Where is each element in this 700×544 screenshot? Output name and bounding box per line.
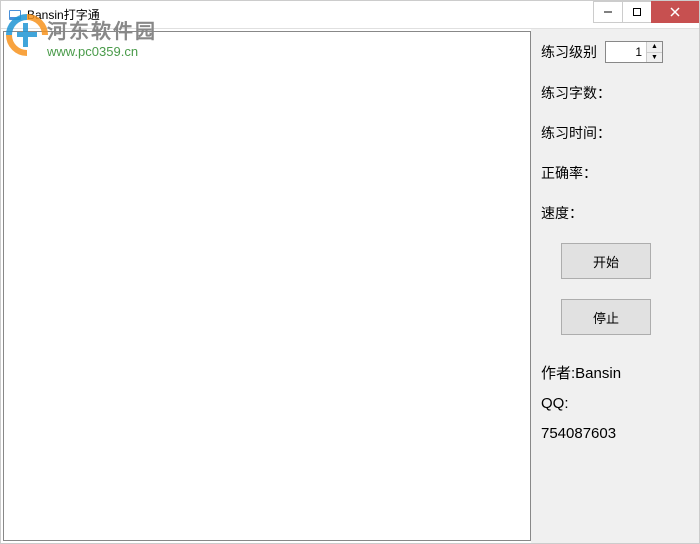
speed-label: 速度： xyxy=(541,203,689,223)
level-input[interactable] xyxy=(606,42,646,62)
level-up-button[interactable]: ▲ xyxy=(647,42,662,53)
accuracy-label: 正确率： xyxy=(541,163,689,183)
author-info: 作者:Bansin QQ: 754087603 xyxy=(541,359,689,449)
typing-area[interactable] xyxy=(3,31,531,541)
start-button[interactable]: 开始 xyxy=(561,243,651,279)
watermark-title: 河东软件园 xyxy=(47,15,157,44)
time-label: 练习时间： xyxy=(541,123,689,143)
level-row: 练习级别 ▲ ▼ xyxy=(541,41,689,63)
level-down-button[interactable]: ▼ xyxy=(647,53,662,63)
close-button[interactable] xyxy=(651,1,699,23)
side-panel: 练习级别 ▲ ▼ 练习字数： 练习时间： 正确率： 速度： 开始 停止 作者:B… xyxy=(531,29,699,543)
author-label: 作者:Bansin xyxy=(541,359,689,389)
char-count-label: 练习字数： xyxy=(541,83,689,103)
level-spinner: ▲ ▼ xyxy=(646,42,662,62)
minimize-button[interactable] xyxy=(593,1,623,23)
watermark-logo xyxy=(5,13,49,57)
qq-label: QQ: xyxy=(541,389,689,419)
content-area: 练习级别 ▲ ▼ 练习字数： 练习时间： 正确率： 速度： 开始 停止 作者:B… xyxy=(1,29,699,543)
level-label: 练习级别 xyxy=(541,42,597,62)
maximize-button[interactable] xyxy=(622,1,652,23)
watermark-url: www.pc0359.cn xyxy=(47,44,157,59)
qq-value: 754087603 xyxy=(541,419,689,449)
level-stepper[interactable]: ▲ ▼ xyxy=(605,41,663,63)
stop-button[interactable]: 停止 xyxy=(561,299,651,335)
window-controls xyxy=(593,1,699,23)
watermark-text: 河东软件园 www.pc0359.cn xyxy=(47,15,157,59)
